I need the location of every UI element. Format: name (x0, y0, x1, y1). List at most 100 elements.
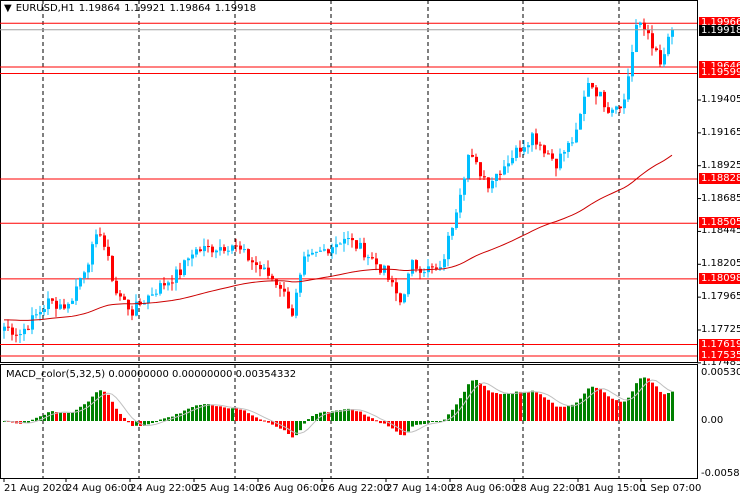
macd-bar (411, 421, 414, 427)
candle-body (535, 133, 538, 145)
macd-bar (627, 397, 630, 421)
candle-body (627, 76, 630, 100)
candle-body (607, 107, 610, 113)
macd-bar (647, 378, 650, 421)
candle-body (91, 244, 94, 265)
candle-body (355, 240, 358, 249)
open-value: 1.19864 (78, 3, 121, 14)
macd-bar (631, 391, 634, 421)
candle-body (55, 300, 58, 309)
macd-bar (667, 393, 670, 421)
macd-bar (555, 406, 558, 421)
macd-bar (423, 421, 426, 425)
candle-body (67, 303, 70, 309)
candle-body (207, 246, 210, 248)
macd-bar (299, 421, 302, 431)
level-price-label: 1.18505 (699, 217, 740, 229)
level-price-label: 1.17619 (699, 338, 740, 350)
candle-body (11, 327, 14, 335)
candle-body (7, 326, 10, 328)
time-axis-label: 31 Aug 15:00 (578, 483, 646, 494)
macd-bar (255, 417, 258, 421)
macd-bar (491, 392, 494, 421)
macd-bar (519, 391, 522, 421)
candle-body (247, 249, 250, 261)
candle-body (559, 153, 562, 169)
candle-body (3, 326, 6, 331)
candle-body (387, 265, 390, 280)
candle-body (187, 258, 190, 261)
candle-body (503, 166, 506, 175)
candle-body (163, 283, 166, 286)
candle-body (599, 91, 602, 97)
candle-body (611, 109, 614, 113)
macd-bar (551, 402, 554, 421)
dropdown-triangle-icon[interactable]: ▼ (4, 3, 12, 14)
candle-body (155, 293, 158, 295)
low-value: 1.19864 (169, 3, 211, 14)
candle-body (603, 91, 606, 108)
candle-body (587, 83, 590, 97)
macd-bar (259, 419, 262, 421)
candle-body (359, 242, 362, 249)
candle-body (71, 300, 74, 304)
candle-body (95, 234, 98, 245)
candle-body (75, 286, 78, 301)
macd-bar (479, 382, 482, 421)
macd-bar (79, 406, 82, 421)
macd-bar (363, 414, 366, 421)
candle-body (223, 247, 226, 251)
macd-bar (375, 420, 378, 422)
candle-body (327, 249, 330, 254)
macd-bar (31, 419, 34, 421)
macd-bar (543, 397, 546, 421)
candle-body (211, 246, 214, 253)
candle-body (291, 308, 294, 316)
macd-bar (599, 388, 602, 421)
price-chart[interactable] (0, 0, 740, 500)
candle-body (339, 243, 342, 245)
macd-bar (435, 421, 438, 422)
macd-bar (187, 408, 190, 421)
level-price-label: 1.17535 (699, 350, 740, 361)
macd-bar (527, 392, 530, 421)
macd-bar (291, 421, 294, 438)
macd-bar (67, 412, 70, 421)
candle-body (639, 22, 642, 25)
candle-body (331, 247, 334, 254)
candle-body (499, 173, 502, 175)
candle-body (23, 328, 26, 335)
candle-body (379, 264, 382, 273)
candle-body (183, 260, 186, 276)
macd-bar (303, 421, 306, 424)
candle-body (579, 113, 582, 130)
candle-body (467, 154, 470, 179)
macd-bar (191, 407, 194, 421)
candle-body (103, 235, 106, 247)
macd-bar (359, 411, 362, 421)
time-axis-label: 28 Aug 06:00 (450, 483, 518, 494)
candle-body (107, 246, 110, 256)
candle-body (219, 247, 222, 251)
candle-body (455, 212, 458, 228)
macd-bar (595, 387, 598, 421)
macd-bar (247, 413, 250, 421)
macd-bar (231, 408, 234, 421)
candle-body (515, 147, 518, 158)
candle-body (295, 292, 298, 316)
macd-bar (431, 421, 434, 422)
macd-bar (59, 412, 62, 421)
macd-bar (103, 391, 106, 421)
candle-body (583, 96, 586, 114)
time-axis-label: 25 Aug 14:00 (194, 483, 262, 494)
macd-bar (159, 419, 162, 421)
macd-bar (91, 396, 94, 421)
candle-body (431, 266, 434, 268)
macd-bar (195, 405, 198, 421)
candle-body (363, 242, 366, 258)
candle-body (271, 275, 274, 280)
candle-body (367, 257, 370, 259)
candle-body (195, 249, 198, 255)
macd-bar (471, 380, 474, 421)
macd-bar (463, 391, 466, 421)
